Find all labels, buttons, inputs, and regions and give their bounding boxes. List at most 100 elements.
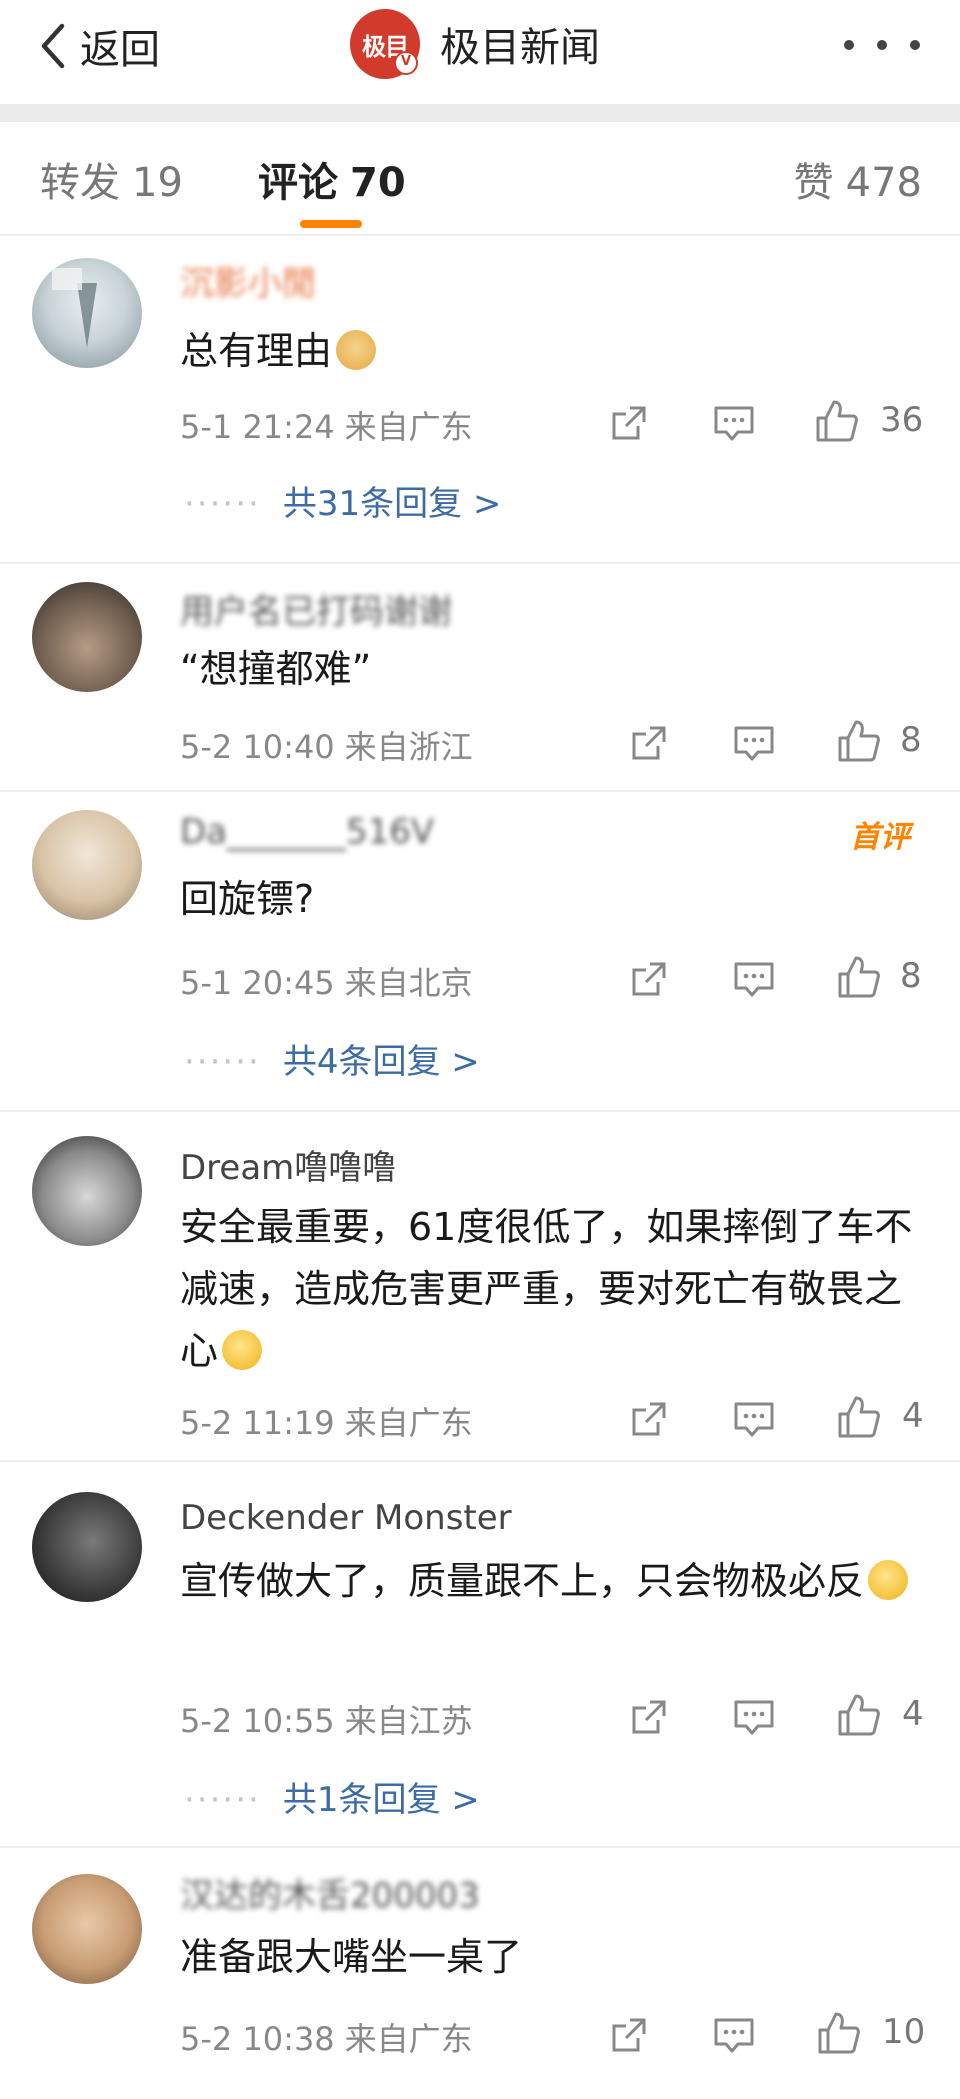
share-icon[interactable] — [628, 958, 670, 1000]
share-icon[interactable] — [628, 1398, 670, 1440]
tab-repost[interactable]: 转发 19 — [40, 150, 183, 208]
comment-meta: 5-2 10:55 来自江苏 — [180, 1696, 473, 1742]
tab-comment-label: 评论 — [258, 160, 338, 206]
active-tab-indicator — [300, 220, 362, 228]
tab-bar: 转发 19 评论 70 赞 478 — [0, 122, 960, 234]
avatar[interactable] — [32, 258, 142, 368]
comment-date: 5-2 10:40 — [180, 728, 335, 766]
account-name: 极目新闻 — [440, 25, 600, 71]
comment-date: 5-1 21:24 — [180, 408, 335, 446]
reply-icon[interactable] — [732, 958, 776, 1000]
replies-dots: ······ — [184, 484, 261, 524]
share-icon[interactable] — [628, 1696, 670, 1738]
comment-text-body: 准备跟大嘴坐一桌了 — [180, 1935, 523, 1979]
top-nav-bar: 返回 极目 V 极目新闻 — [0, 0, 960, 104]
like-count: 8 — [900, 956, 922, 996]
comment-location: 来自江苏 — [344, 1702, 473, 1740]
reply-icon[interactable] — [732, 722, 776, 764]
comment-location: 来自广东 — [344, 1404, 473, 1442]
tab-like[interactable]: 赞 478 — [794, 150, 922, 208]
first-comment-badge: 首评 — [850, 820, 910, 855]
comment-date: 5-1 20:45 — [180, 964, 335, 1002]
comment-username[interactable]: Dream噜噜噜 — [180, 1140, 396, 1189]
replies-label: 共4条回复 > — [282, 1042, 480, 1082]
comment-item: 用户名已打码谢谢 “想撞都难” 5-2 10:40 来自浙江 8 — [0, 564, 960, 790]
comment-item: Da_______516V 首评 回旋镖? 5-1 20:45 来自北京 8 ··… — [0, 792, 960, 1110]
like-icon[interactable] — [836, 718, 882, 764]
replies-dots: ······ — [184, 1780, 261, 1820]
tab-like-label: 赞 — [793, 160, 834, 206]
comment-date: 5-2 10:55 — [180, 1702, 335, 1740]
comment-item: Deckender Monster 宣传做大了，质量跟不上，只会物极必反 5-2… — [0, 1462, 960, 1846]
tab-repost-count: 19 — [132, 160, 183, 206]
like-count: 36 — [880, 400, 924, 440]
doge-emoji-icon — [336, 330, 377, 370]
account-logo: 极目 V — [350, 9, 420, 79]
comment-meta: 5-1 21:24 来自广东 — [180, 402, 473, 448]
comment-username[interactable]: Da_______516V — [180, 812, 434, 852]
replies-dots: ······ — [184, 1042, 261, 1082]
reply-icon[interactable] — [712, 2014, 756, 2056]
view-replies-link[interactable]: ······ 共31条回复 > — [184, 476, 501, 525]
more-dot-icon — [844, 40, 854, 50]
share-icon[interactable] — [628, 722, 670, 764]
comment-text: “想撞都难” — [180, 638, 920, 700]
comment-location: 来自广东 — [344, 408, 473, 446]
avatar[interactable] — [32, 582, 142, 692]
avatar[interactable] — [32, 1874, 142, 1984]
back-button[interactable]: 返回 — [34, 14, 160, 78]
comment-date: 5-2 10:38 — [180, 2020, 335, 2058]
like-icon[interactable] — [836, 1394, 882, 1440]
view-replies-link[interactable]: ······ 共4条回复 > — [184, 1034, 480, 1083]
view-replies-link[interactable]: ······ 共1条回复 > — [184, 1772, 480, 1821]
header-gap — [0, 104, 960, 122]
comment-meta: 5-2 10:38 来自广东 — [180, 2014, 473, 2060]
comment-text-body: 宣传做大了，质量跟不上，只会物极必反 — [180, 1559, 865, 1603]
like-count: 10 — [882, 2012, 926, 2052]
share-icon[interactable] — [608, 2014, 650, 2056]
comment-username[interactable]: 沉影小閒 — [180, 256, 316, 305]
avatar[interactable] — [32, 1492, 142, 1602]
thinking-emoji-icon — [222, 1330, 263, 1370]
comment-text: 安全最重要，61度很低了，如果摔倒了车不减速，造成危害更严重，要对死亡有敬畏之心 — [180, 1196, 920, 1382]
chevron-left-icon — [41, 23, 65, 69]
comment-text-body: 回旋镖? — [180, 877, 315, 921]
comment-meta: 5-2 11:19 来自广东 — [180, 1398, 473, 1444]
back-label: 返回 — [80, 27, 160, 73]
replies-label: 共31条回复 > — [282, 484, 502, 524]
comment-text-body: 安全最重要，61度很低了，如果摔倒了车不减速，造成危害更严重，要对死亡有敬畏之心 — [180, 1205, 913, 1373]
like-count: 8 — [900, 720, 922, 760]
share-icon[interactable] — [608, 402, 650, 444]
avatar[interactable] — [32, 1136, 142, 1246]
comment-date: 5-2 11:19 — [180, 1404, 335, 1442]
more-options-button[interactable] — [844, 30, 920, 60]
verified-badge-icon: V — [394, 51, 418, 75]
avatar[interactable] — [32, 810, 142, 920]
like-count: 4 — [902, 1396, 924, 1436]
comment-username[interactable]: 汉达的木舌200003 — [180, 1868, 480, 1917]
comment-username[interactable]: Deckender Monster — [180, 1498, 512, 1538]
more-dot-icon — [910, 40, 920, 50]
comment-text-body: “想撞都难” — [180, 647, 372, 691]
like-count: 4 — [902, 1694, 924, 1734]
comment-location: 来自浙江 — [344, 728, 473, 766]
like-icon[interactable] — [836, 1692, 882, 1738]
tab-comment[interactable]: 评论 70 — [258, 150, 406, 208]
like-icon[interactable] — [814, 398, 860, 444]
account-header[interactable]: 极目 V 极目新闻 — [350, 8, 600, 80]
comment-meta: 5-1 20:45 来自北京 — [180, 958, 473, 1004]
reply-icon[interactable] — [732, 1696, 776, 1738]
tab-like-count: 478 — [845, 160, 922, 206]
like-icon[interactable] — [816, 2010, 862, 2056]
like-icon[interactable] — [836, 954, 882, 1000]
comment-location: 来自北京 — [344, 964, 473, 1002]
comment-location: 来自广东 — [344, 2020, 473, 2058]
tab-comment-count: 70 — [350, 160, 406, 206]
smirk-emoji-icon — [868, 1560, 909, 1600]
reply-icon[interactable] — [712, 402, 756, 444]
comment-text: 宣传做大了，质量跟不上，只会物极必反 — [180, 1550, 920, 1612]
comment-username[interactable]: 用户名已打码谢谢 — [180, 584, 452, 633]
reply-icon[interactable] — [732, 1398, 776, 1440]
comment-meta: 5-2 10:40 来自浙江 — [180, 722, 473, 768]
comment-text-body: 总有理由 — [180, 329, 333, 373]
